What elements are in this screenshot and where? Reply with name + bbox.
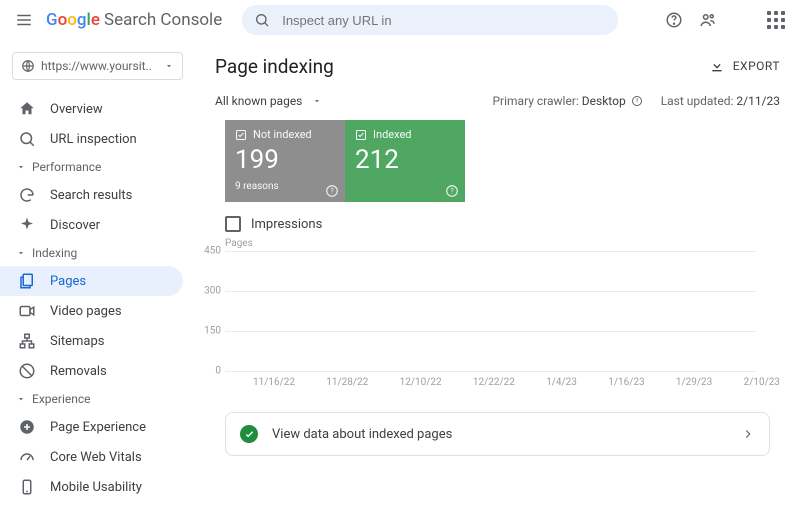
phone-icon	[18, 478, 36, 496]
card-indexed[interactable]: Indexed 212 ?	[345, 120, 465, 202]
card-not-indexed[interactable]: Not indexed 199 9 reasons ?	[225, 120, 345, 202]
sidebar-item-removals[interactable]: Removals	[0, 356, 183, 386]
chart-ylabel: Pages	[225, 238, 780, 249]
sitemap-icon	[18, 332, 36, 350]
sidebar-item-overview[interactable]: Overview	[0, 94, 183, 124]
property-selector[interactable]: https://www.yoursit..	[12, 52, 183, 80]
sidebar-item-url-inspection[interactable]: URL inspection	[0, 124, 183, 154]
chevron-down-icon	[16, 394, 26, 404]
chevron-down-icon	[16, 248, 26, 258]
sidebar-item-label: Sitemaps	[50, 334, 105, 349]
help-icon[interactable]	[662, 8, 686, 32]
sidebar-group-indexing[interactable]: Indexing	[0, 240, 195, 266]
gauge-icon	[18, 448, 36, 466]
menu-icon[interactable]	[12, 8, 36, 32]
sidebar-item-core-web-vitals[interactable]: Core Web Vitals	[0, 442, 183, 472]
impressions-toggle[interactable]: Impressions	[225, 216, 780, 232]
sidebar-item-label: Page Experience	[50, 420, 146, 435]
brand-logo[interactable]: Google Search Console	[46, 10, 222, 30]
sidebar-item-label: Pages	[50, 274, 86, 289]
chart: Pages 0150300450 11/16/2211/28/2212/10/2…	[225, 238, 780, 388]
checkbox-icon	[235, 129, 247, 141]
filter-row: All known pages Primary crawler: Desktop…	[215, 94, 780, 108]
checkbox-icon	[355, 129, 367, 141]
pages-icon	[18, 272, 36, 290]
globe-icon	[21, 59, 35, 73]
sidebar-item-page-experience[interactable]: Page Experience	[0, 412, 183, 442]
app-header: Google Search Console	[0, 0, 800, 40]
main-content: Page indexing EXPORT All known pages Pri…	[195, 40, 800, 516]
check-circle-icon	[240, 425, 258, 443]
sidebar-item-label: Removals	[50, 364, 107, 379]
g-icon	[18, 186, 36, 204]
checkbox-icon	[225, 216, 241, 232]
sidebar-group-experience[interactable]: Experience	[0, 386, 195, 412]
sidebar-item-label: Discover	[50, 218, 100, 233]
sidebar-item-search-results[interactable]: Search results	[0, 180, 183, 210]
sidebar-item-discover[interactable]: Discover	[0, 210, 183, 240]
view-indexed-pages[interactable]: View data about indexed pages	[225, 412, 770, 456]
search-icon	[254, 12, 270, 28]
chevron-down-icon	[16, 162, 26, 172]
sidebar-item-label: Video pages	[50, 304, 122, 319]
sidebar-item-label: Overview	[50, 102, 103, 117]
crawler-info: Primary crawler: Desktop ?	[492, 94, 642, 108]
sidebar-item-label: URL inspection	[50, 132, 137, 147]
block-icon	[18, 362, 36, 380]
svg-text:?: ?	[450, 187, 454, 195]
help-icon[interactable]: ?	[325, 184, 339, 198]
sidebar-item-video-pages[interactable]: Video pages	[0, 296, 183, 326]
page-filter[interactable]: All known pages	[215, 94, 322, 108]
sidebar-item-label: Mobile Usability	[50, 480, 142, 495]
sidebar-item-pages[interactable]: Pages	[0, 266, 183, 296]
page-title: Page indexing	[215, 55, 334, 78]
sidebar-item-label: Search results	[50, 188, 132, 203]
property-url: https://www.yoursit..	[41, 59, 158, 73]
sparkle-icon	[18, 216, 36, 234]
sidebar-item-mobile-usability[interactable]: Mobile Usability	[0, 472, 183, 502]
search-icon	[18, 130, 36, 148]
svg-text:?: ?	[330, 187, 334, 195]
apps-icon[interactable]	[764, 8, 788, 32]
sidebar: https://www.yoursit.. Overview URL inspe…	[0, 40, 195, 516]
svg-text:?: ?	[635, 98, 638, 105]
url-search[interactable]	[242, 5, 618, 35]
video-icon	[18, 302, 36, 320]
chevron-down-icon	[312, 96, 322, 106]
summary-cards: Not indexed 199 9 reasons ? Indexed 212 …	[225, 120, 780, 202]
sidebar-group-performance[interactable]: Performance	[0, 154, 195, 180]
sidebar-item-sitemaps[interactable]: Sitemaps	[0, 326, 183, 356]
last-updated: Last updated: 2/11/23	[661, 94, 780, 108]
chevron-down-icon	[164, 61, 174, 71]
users-icon[interactable]	[696, 8, 720, 32]
help-icon[interactable]: ?	[445, 184, 459, 198]
help-icon[interactable]: ?	[631, 95, 643, 107]
home-icon	[18, 100, 36, 118]
plus-circle-icon	[18, 418, 36, 436]
product-name: Search Console	[104, 10, 222, 30]
download-icon	[709, 58, 725, 74]
export-button[interactable]: EXPORT	[709, 58, 780, 74]
sidebar-item-label: Core Web Vitals	[50, 450, 142, 465]
google-wordmark: Google	[46, 10, 100, 30]
search-input[interactable]	[280, 12, 606, 29]
chevron-right-icon	[741, 427, 755, 441]
